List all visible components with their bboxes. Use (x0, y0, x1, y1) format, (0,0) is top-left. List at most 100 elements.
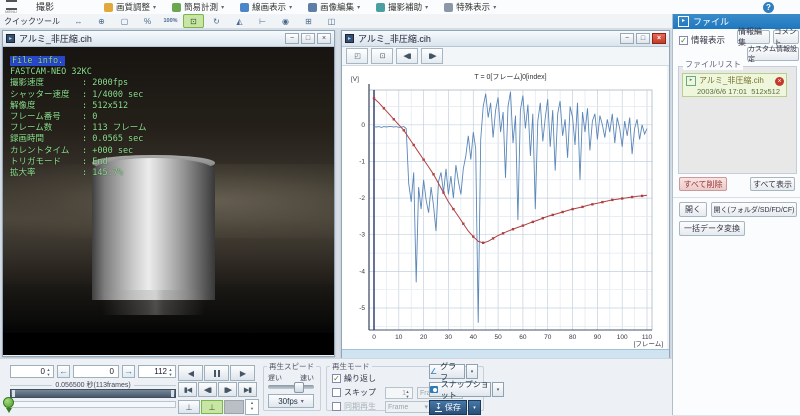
graph-window-titlebar[interactable]: ▸ アルミ_非圧縮.cih − □ × (342, 31, 669, 47)
sync-unit-dropdown[interactable]: Frame▾ (385, 401, 431, 413)
repeat-checkbox[interactable]: ✓ (332, 374, 341, 383)
current-frame-field[interactable]: 0 (73, 365, 119, 378)
fps-dropdown[interactable]: 30fps▾ (268, 394, 314, 408)
menu-icon[interactable]: MENU (0, 0, 22, 14)
snapshot-dropdown-button[interactable]: ▾ (492, 382, 504, 397)
custom-info-button[interactable]: カスタム情報設定 (747, 47, 799, 61)
minimize-button[interactable]: − (620, 33, 634, 44)
prev-frame-arrow-button[interactable]: ← (57, 365, 70, 378)
jump-trigger-range-button[interactable]: ⊥ (201, 400, 223, 414)
tile-windows-icon[interactable]: ⊞ (298, 14, 319, 28)
menu-tool-image-edit[interactable]: 画像編集▾ (308, 1, 360, 13)
open-button[interactable]: 開く (679, 202, 707, 217)
overlay-field-label: 撮影速度 (10, 78, 82, 89)
graph-button[interactable]: ∠ グラフ (429, 364, 465, 379)
save-dropdown-button[interactable]: ▾ (468, 400, 481, 415)
chart-area[interactable]: 01020304050607080901001100-1-2-3-4-5T = … (342, 66, 667, 349)
fit-graph-icon[interactable]: ⊡ (371, 48, 393, 64)
overlay-field-label: 解像度 (10, 101, 82, 112)
snapshot-button[interactable]: スナップショット (429, 382, 491, 397)
first-frame-button[interactable]: ▮◀ (178, 382, 197, 397)
close-button[interactable]: × (652, 33, 666, 44)
overlay-field: フレーム数: 113 フレーム (10, 123, 146, 134)
spinner-icon[interactable]: ▲▼ (167, 367, 174, 377)
file-list-item[interactable]: ▸アルミ_非圧縮.cih2003/6/6 17:01 512x512× (682, 73, 787, 97)
remove-file-icon[interactable]: × (775, 77, 784, 86)
delete-all-button[interactable]: すべて削除 (679, 177, 727, 191)
frame-step-spinner[interactable]: ▲ ▼ (245, 399, 259, 415)
info-display-checkbox[interactable]: ✓ (679, 36, 688, 45)
measure-axis-icon[interactable]: ⊢ (252, 14, 273, 28)
overlay-fields: 撮影速度: 2000fpsシャッター速度: 1/4000 sec解像度: 512… (10, 78, 146, 179)
spinner-icon[interactable]: ▲▼ (45, 367, 52, 377)
panel-collapse-icon[interactable]: ▸ (678, 16, 689, 27)
menu-tool-line-display[interactable]: 線画表示▾ (240, 1, 292, 13)
zoom-percent-icon[interactable]: % (137, 14, 158, 28)
menu-tool-measure[interactable]: 簡易計測▾ (172, 1, 224, 13)
skip-count-field[interactable]: 1▲▼ (385, 387, 413, 399)
comment-button[interactable]: コメント (773, 30, 799, 44)
save-button[interactable]: ↧ 保存 (429, 400, 467, 415)
video-viewport[interactable]: File info. FASTCAM-NEO 32KC 撮影速度: 2000fp… (3, 47, 334, 355)
jump-trigger-start-button[interactable]: ⊥ (178, 400, 200, 414)
video-window-titlebar[interactable]: ▸ アルミ_非圧縮.cih − □ × (3, 31, 334, 47)
svg-text:[フレーム]: [フレーム] (634, 340, 664, 348)
maximize-button[interactable]: □ (636, 33, 650, 44)
maximize-button[interactable]: □ (301, 33, 315, 44)
skip-checkbox[interactable] (332, 388, 341, 397)
overlay-field-value: : +000 sec (82, 146, 133, 156)
minimize-button[interactable]: − (285, 33, 299, 44)
start-frame-field[interactable]: 0▲▼ (10, 365, 54, 378)
zoom-100-icon[interactable]: 100% (160, 14, 181, 28)
reverse-play-button[interactable]: ◀ (178, 365, 203, 381)
end-frame-field[interactable]: 112▲▼ (138, 365, 176, 378)
fit-window-icon[interactable]: ⊡ (183, 14, 204, 28)
show-all-button[interactable]: すべて表示 (750, 177, 795, 191)
tab-撮影[interactable]: 撮影 (22, 0, 86, 13)
select-region-icon[interactable]: ▢ (114, 14, 135, 28)
position-pin-icon[interactable] (3, 397, 15, 413)
overlay-field: 録画時間: 0.0565 sec (10, 134, 146, 145)
pause-button[interactable] (204, 365, 229, 381)
speed-slider[interactable] (268, 385, 314, 389)
last-frame-button[interactable]: ▶▮ (238, 382, 257, 397)
overlay-field-value: : 1/4000 sec (82, 90, 143, 100)
chevron-down-icon: ▾ (221, 4, 224, 11)
info-edit-button[interactable]: 情報編集 (737, 30, 770, 44)
speed-slider-knob[interactable] (294, 382, 304, 393)
pan-icon[interactable]: ↔ (68, 14, 89, 28)
range-slider[interactable] (10, 401, 176, 408)
overlay-field-value: : 0.0565 sec (82, 134, 143, 144)
media-controls-row3: ⊥⊥ ▲ ▼ (178, 399, 259, 415)
menu-tool-image-adjust[interactable]: 画質調整▾ (104, 1, 156, 13)
play-button[interactable]: ▶ (230, 365, 255, 381)
help-icon[interactable]: ? (763, 2, 774, 13)
next-frame-arrow-button[interactable]: → (122, 365, 135, 378)
graph-window-title: アルミ_非圧縮.cih (358, 32, 616, 45)
zoom-in-icon[interactable]: ⊕ (91, 14, 112, 28)
single-window-icon[interactable]: ◫ (321, 14, 342, 28)
rotate-icon[interactable]: ↻ (206, 14, 227, 28)
video-window-title: アルミ_非圧縮.cih (19, 32, 281, 45)
overlay-field-value: : 512x512 (82, 101, 128, 111)
sync-play-label: 同期再生 (344, 401, 376, 412)
sync-play-checkbox[interactable] (332, 402, 341, 411)
batch-convert-button[interactable]: 一括データ変換 (679, 221, 745, 236)
prev-frame-icon[interactable]: ◀▮ (396, 48, 418, 64)
close-button[interactable]: × (317, 33, 331, 44)
timeline-slider[interactable] (10, 389, 176, 398)
menu-tool-capture-assist[interactable]: 撮影補助▾ (376, 1, 428, 13)
menu-tabs: 撮影保存ファイル (22, 0, 86, 14)
menu-tool-special-display[interactable]: 特殊表示▾ (444, 1, 496, 13)
app-root: MENU 撮影保存ファイル 画質調整▾ 簡易計測▾ 線画表示▾ 画像編集▾ 撮影補助▾ 特… (0, 0, 800, 415)
next-frame-icon[interactable]: ▮▶ (421, 48, 443, 64)
repeat-label: 繰り返し (344, 373, 376, 384)
step-back-button[interactable]: ◀▮ (198, 382, 217, 397)
divider (673, 197, 800, 198)
graph-dropdown-button[interactable]: ▾ (466, 364, 478, 379)
open-folder-button[interactable]: 開く(フォルダ/SD/FD/CF) (711, 202, 797, 217)
flip-icon[interactable]: ◭ (229, 14, 250, 28)
step-forward-button[interactable]: ▮▶ (218, 382, 237, 397)
lock-icon[interactable]: ◉ (275, 14, 296, 28)
copy-graph-icon[interactable]: ◰ (346, 48, 368, 64)
